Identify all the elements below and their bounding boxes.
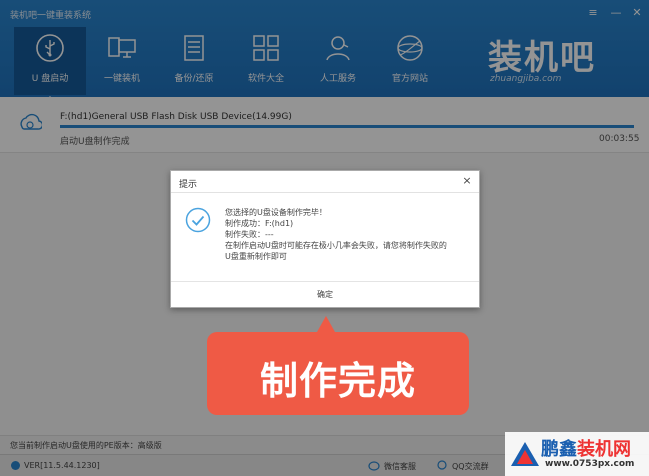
callout-text: 制作完成 — [259, 359, 416, 403]
ok-button[interactable]: 确定 — [171, 289, 479, 300]
dialog-footer: 确定 — [171, 281, 479, 307]
message-line: 在制作启动U盘时可能存在极小几率会失败，请您将制作失败的 — [225, 241, 447, 250]
success-check-icon — [185, 207, 211, 233]
message-line: U盘重新制作即可 — [225, 252, 287, 261]
dialog-close-icon[interactable]: × — [461, 175, 473, 187]
message-line: 制作成功：F:(hd1) — [225, 219, 294, 228]
dialog-message: 您选择的U盘设备制作完毕！ 制作成功：F:(hd1) 制作失败：--- 在制作启… — [225, 207, 471, 262]
message-line: 您选择的U盘设备制作完毕！ — [225, 208, 327, 217]
site-watermark: 鹏鑫装机网 www.0753px.com — [505, 432, 649, 476]
prompt-dialog: 提示 × 您选择的U盘设备制作完毕！ 制作成功：F:(hd1) 制作失败：---… — [170, 170, 480, 308]
completion-callout: 制作完成 — [207, 316, 469, 415]
watermark-name: 鹏鑫装机网 — [541, 435, 631, 461]
watermark-logo-icon — [511, 442, 539, 466]
dialog-title-bar: 提示 × — [171, 171, 479, 193]
watermark-name-blue: 鹏鑫 — [541, 439, 577, 460]
watermark-name-red: 装机网 — [577, 439, 631, 460]
watermark-url: www.0753px.com — [545, 459, 635, 469]
dialog-title: 提示 — [179, 180, 198, 190]
message-line: 制作失败：--- — [225, 230, 274, 239]
